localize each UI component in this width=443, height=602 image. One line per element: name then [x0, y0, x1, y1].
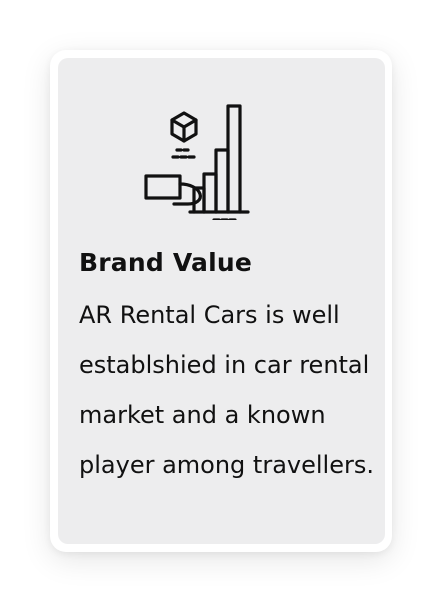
brand-growth-icon	[144, 102, 258, 222]
card-title: Brand Value	[79, 248, 253, 277]
feature-card: Brand Value AR Rental Cars is well estab…	[50, 50, 392, 552]
card-description: AR Rental Cars is well establshied in ca…	[79, 301, 374, 479]
feature-card-body: Brand Value AR Rental Cars is well estab…	[58, 58, 385, 544]
